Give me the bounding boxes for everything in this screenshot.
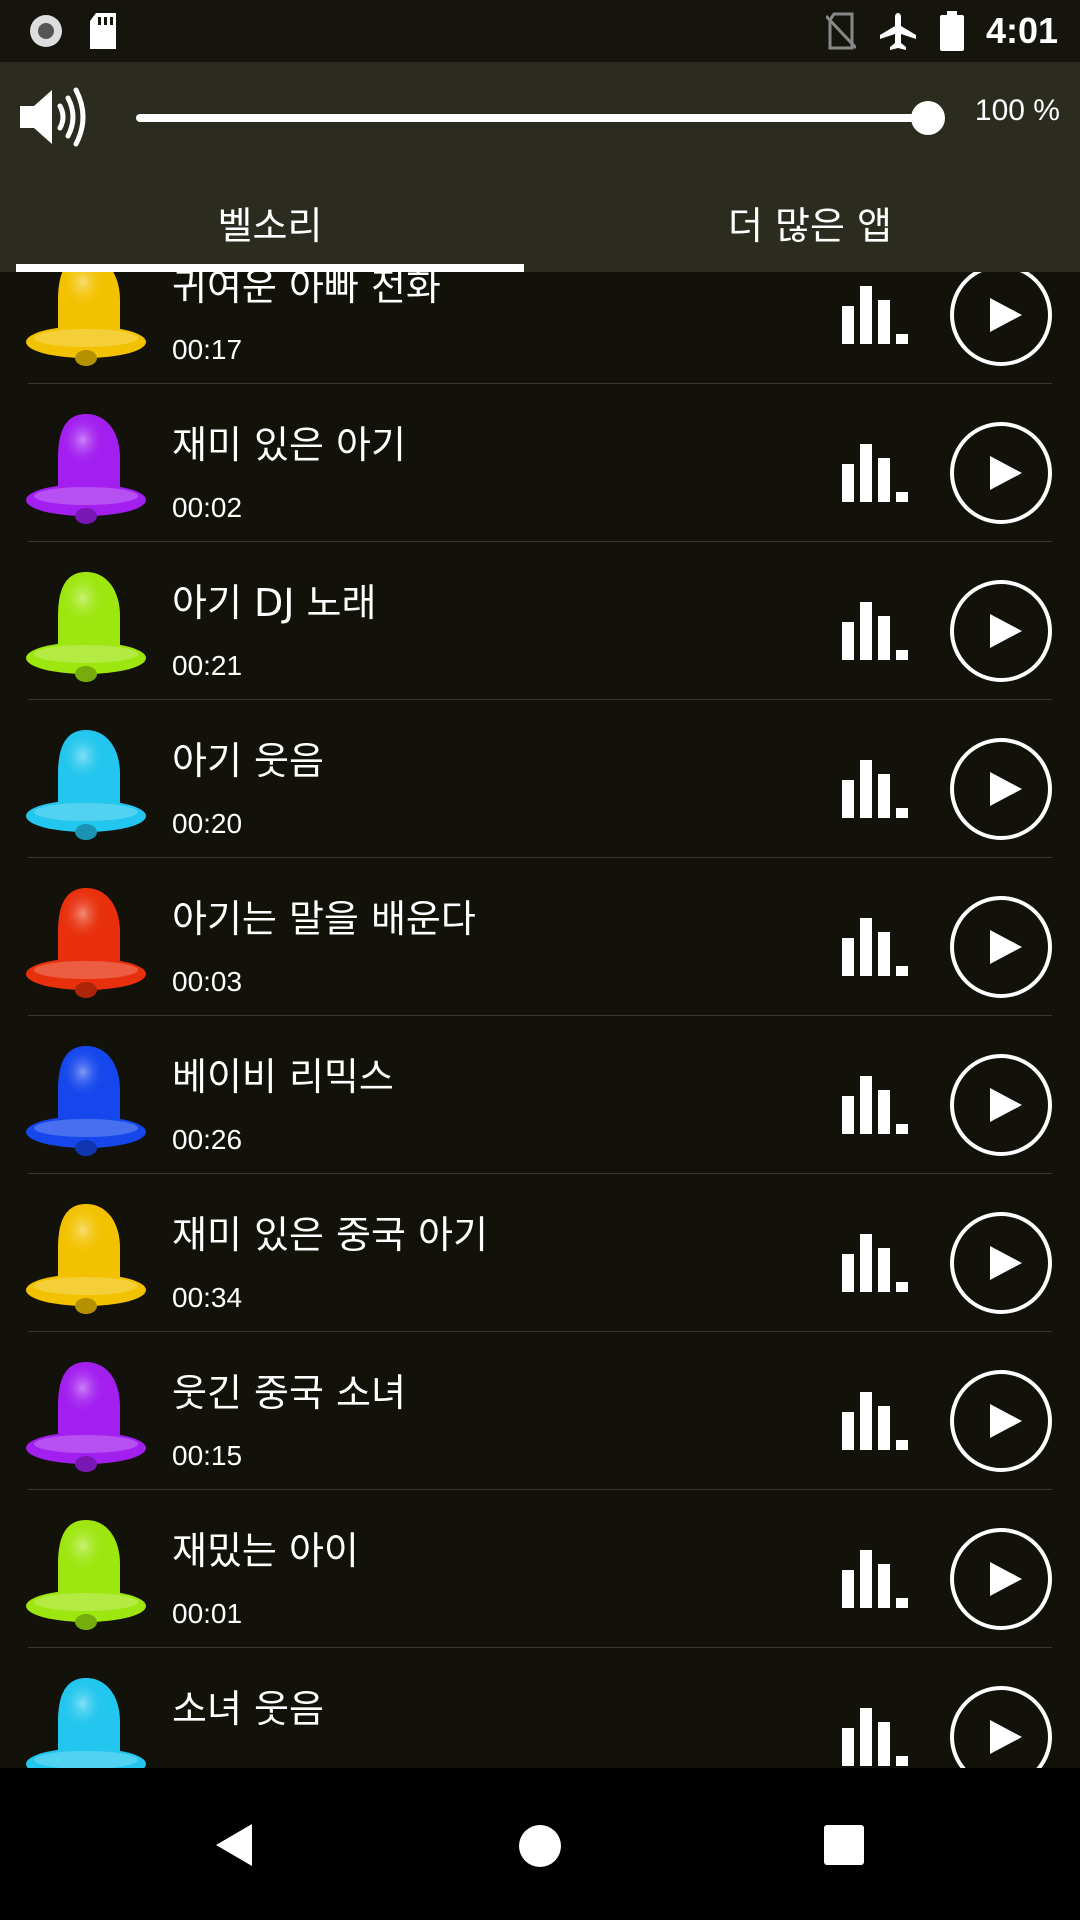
ringtone-title: 웃긴 중국 소녀 bbox=[172, 1371, 406, 1415]
ringtone-row[interactable]: 웃긴 중국 소녀 00:15 bbox=[0, 1332, 1080, 1490]
bell-icon bbox=[26, 730, 146, 840]
play-button[interactable] bbox=[950, 896, 1052, 998]
ringtone-duration: 00:20 bbox=[172, 808, 243, 839]
equalizer-icon[interactable] bbox=[842, 1388, 910, 1450]
volume-slider[interactable] bbox=[136, 101, 945, 135]
ringtone-title: 소녀 웃음 bbox=[172, 1687, 324, 1731]
navigation-bar bbox=[0, 1768, 1080, 1920]
equalizer-icon[interactable] bbox=[842, 1704, 910, 1766]
play-button[interactable] bbox=[950, 580, 1052, 682]
tab-bar: 벨소리 더 많은 앱 bbox=[0, 172, 1080, 272]
ringtone-title: 아기는 말을 배운다 bbox=[172, 897, 476, 941]
status-bar: 4:01 bbox=[0, 0, 1080, 62]
tab-more-apps[interactable]: 더 많은 앱 bbox=[540, 172, 1080, 272]
record-icon bbox=[30, 15, 62, 47]
bell-icon bbox=[26, 414, 146, 524]
play-icon bbox=[990, 772, 1022, 806]
ringtone-row[interactable]: 아기 웃음 00:20 bbox=[0, 700, 1080, 858]
bell-icon bbox=[26, 888, 146, 998]
status-time: 4:01 bbox=[985, 10, 1058, 51]
bell-icon bbox=[26, 272, 146, 366]
airplane-mode-icon bbox=[879, 13, 916, 50]
equalizer-icon[interactable] bbox=[842, 440, 910, 502]
play-icon bbox=[990, 298, 1022, 332]
ringtone-title: 재미 있은 중국 아기 bbox=[172, 1213, 488, 1257]
ringtone-duration: 00:21 bbox=[172, 650, 243, 681]
recents-icon[interactable] bbox=[824, 1825, 864, 1865]
ringtone-duration: 00:15 bbox=[172, 1440, 243, 1471]
bell-icon bbox=[26, 1678, 146, 1768]
ringtone-row[interactable]: 베이비 리믹스 00:26 bbox=[0, 1016, 1080, 1174]
equalizer-icon[interactable] bbox=[842, 1546, 910, 1608]
volume-label: 100 % bbox=[974, 94, 1060, 127]
play-button[interactable] bbox=[950, 1528, 1052, 1630]
equalizer-icon[interactable] bbox=[842, 598, 910, 660]
ringtone-row[interactable]: 재미 있은 중국 아기 00:34 bbox=[0, 1174, 1080, 1332]
ringtone-title: 재밌는 아이 bbox=[172, 1529, 359, 1573]
tab-indicator bbox=[16, 264, 524, 272]
back-icon[interactable] bbox=[212, 1822, 256, 1868]
ringtone-row[interactable]: 재미 있은 아기 00:02 bbox=[0, 384, 1080, 542]
play-button[interactable] bbox=[950, 738, 1052, 840]
play-button[interactable] bbox=[950, 1212, 1052, 1314]
bell-icon bbox=[26, 1046, 146, 1156]
equalizer-icon[interactable] bbox=[842, 914, 910, 976]
equalizer-icon[interactable] bbox=[842, 756, 910, 818]
ringtone-title: 아기 DJ 노래 bbox=[172, 581, 377, 625]
ringtone-row[interactable]: 소녀 웃음 bbox=[0, 1648, 1080, 1768]
ringtone-duration: 00:02 bbox=[172, 492, 243, 523]
ringtone-title: 아기 웃음 bbox=[172, 739, 324, 783]
ringtone-duration: 00:34 bbox=[172, 1282, 243, 1313]
play-icon bbox=[990, 930, 1022, 964]
play-button[interactable] bbox=[950, 422, 1052, 524]
ringtone-row[interactable]: 귀여운 아빠 전화 00:17 bbox=[0, 272, 1080, 384]
play-icon bbox=[990, 1246, 1022, 1280]
sd-card-icon bbox=[90, 13, 116, 49]
volume-bar: 100 % bbox=[0, 62, 1080, 172]
ringtone-title: 귀여운 아빠 전화 bbox=[172, 272, 441, 309]
home-icon[interactable] bbox=[518, 1824, 562, 1868]
ringtone-duration: 00:03 bbox=[172, 966, 243, 997]
no-sim-icon bbox=[825, 12, 856, 50]
volume-slider-thumb[interactable] bbox=[911, 101, 945, 135]
equalizer-icon[interactable] bbox=[842, 1230, 910, 1292]
bell-icon bbox=[26, 1520, 146, 1630]
ringtone-row[interactable]: 아기는 말을 배운다 00:03 bbox=[0, 858, 1080, 1016]
play-button[interactable] bbox=[950, 1686, 1052, 1768]
ringtone-list[interactable]: 귀여운 아빠 전화 00:17 재미 있은 아기 00:02 아기 DJ 노래 00:21… bbox=[0, 272, 1080, 1768]
ringtone-duration: 00:17 bbox=[172, 334, 243, 365]
play-icon bbox=[990, 1562, 1022, 1596]
ringtone-title: 재미 있은 아기 bbox=[172, 423, 406, 467]
ringtone-row[interactable]: 재밌는 아이 00:01 bbox=[0, 1490, 1080, 1648]
speaker-icon[interactable] bbox=[18, 86, 94, 148]
ringtone-row[interactable]: 아기 DJ 노래 00:21 bbox=[0, 542, 1080, 700]
play-icon bbox=[990, 1720, 1022, 1754]
equalizer-icon[interactable] bbox=[842, 1072, 910, 1134]
ringtone-duration: 00:26 bbox=[172, 1124, 243, 1155]
play-button[interactable] bbox=[950, 1054, 1052, 1156]
play-icon bbox=[990, 1088, 1022, 1122]
play-icon bbox=[990, 456, 1022, 490]
ringtone-title: 베이비 리믹스 bbox=[172, 1055, 394, 1099]
bell-icon bbox=[26, 572, 146, 682]
bell-icon bbox=[26, 1362, 146, 1472]
equalizer-icon[interactable] bbox=[842, 282, 910, 344]
play-icon bbox=[990, 614, 1022, 648]
play-button[interactable] bbox=[950, 1370, 1052, 1472]
play-button[interactable] bbox=[950, 272, 1052, 366]
ringtone-duration: 00:01 bbox=[172, 1598, 243, 1629]
bell-icon bbox=[26, 1204, 146, 1314]
play-icon bbox=[990, 1404, 1022, 1438]
battery-icon bbox=[939, 11, 964, 51]
tab-ringtones[interactable]: 벨소리 bbox=[0, 172, 540, 272]
